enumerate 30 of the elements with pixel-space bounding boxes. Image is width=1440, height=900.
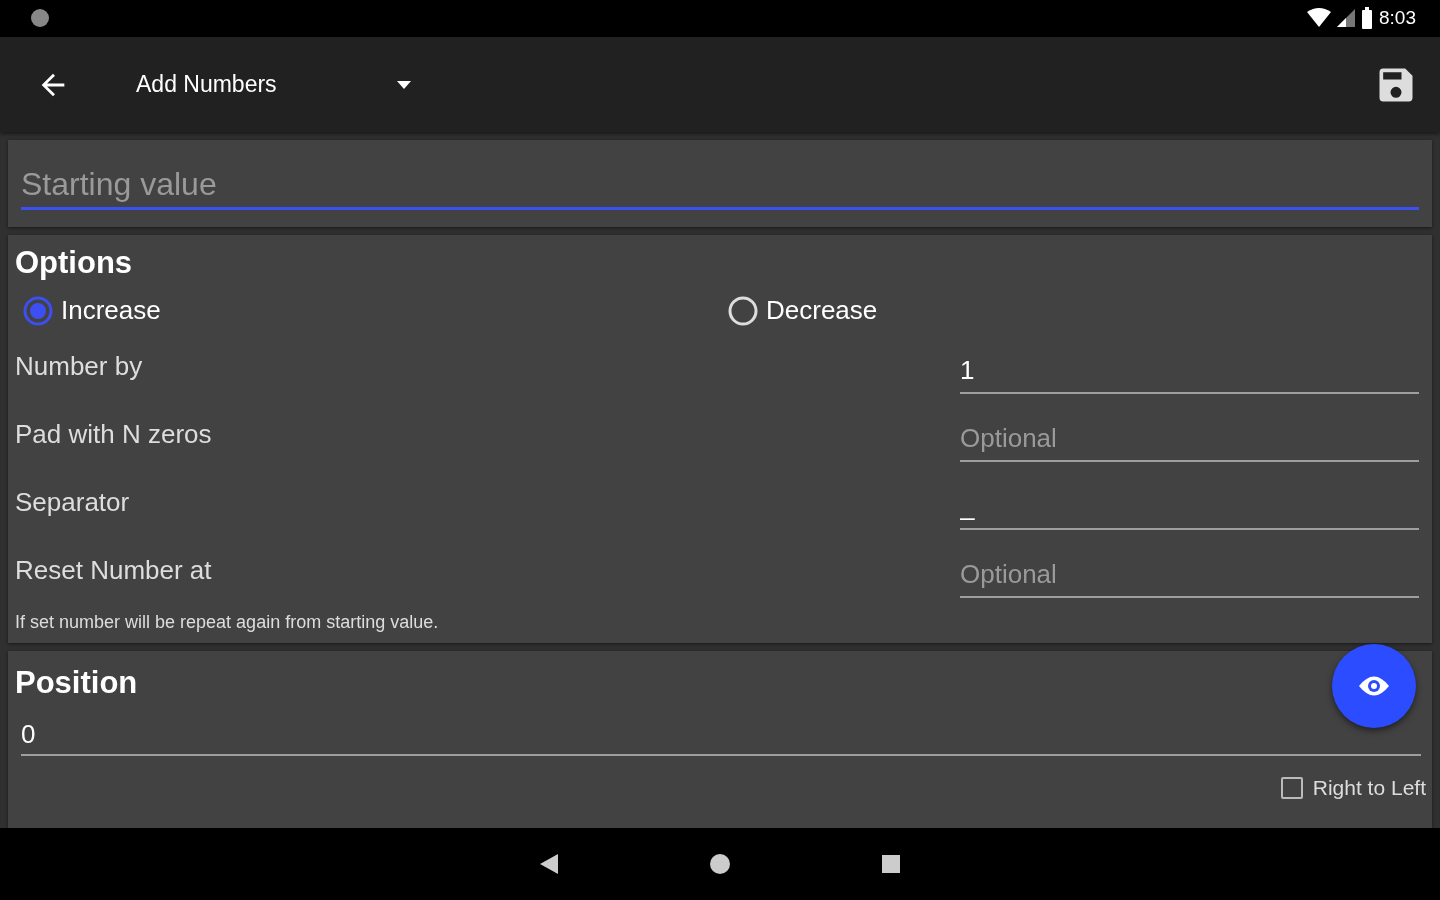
back-triangle-icon xyxy=(539,853,559,876)
home-button[interactable] xyxy=(709,853,731,876)
field-label: Pad with N zeros xyxy=(15,419,213,452)
signal-icon xyxy=(1337,9,1355,28)
starting-value-field[interactable]: Starting value xyxy=(8,140,1432,228)
back-button[interactable] xyxy=(539,853,559,876)
eye-icon xyxy=(1358,675,1390,698)
wifi-icon xyxy=(1307,8,1331,29)
recents-square-icon xyxy=(881,854,901,875)
radio-option[interactable]: Decrease xyxy=(720,295,1425,327)
clock-time: 8:03 xyxy=(1379,7,1416,30)
caret-icon xyxy=(396,79,412,90)
input-field[interactable]: Optional xyxy=(960,423,1419,463)
starting-value-input[interactable]: Starting value xyxy=(21,166,1419,211)
recents-button[interactable] xyxy=(881,854,901,875)
battery-icon xyxy=(1361,7,1373,30)
notification-icon xyxy=(30,8,50,29)
hint-text: If set number will be repeat again from starting value. xyxy=(15,612,439,634)
input-field[interactable]: 1 xyxy=(960,355,1419,395)
home-circle-icon xyxy=(709,853,731,876)
field-label: Separator xyxy=(15,487,131,520)
section-title: Position xyxy=(15,665,138,702)
radio-option[interactable]: Increase xyxy=(15,295,720,327)
template-dropdown[interactable]: Add Numbers xyxy=(136,71,412,99)
input-field[interactable]: _ xyxy=(960,491,1419,531)
field-label: Number by xyxy=(15,351,144,384)
input-field[interactable]: Optional xyxy=(960,559,1419,599)
field-label: Reset Number at xyxy=(15,555,213,588)
section-title: Options xyxy=(15,245,133,282)
right-to-left-checkbox[interactable]: Right to Left xyxy=(1280,776,1426,801)
